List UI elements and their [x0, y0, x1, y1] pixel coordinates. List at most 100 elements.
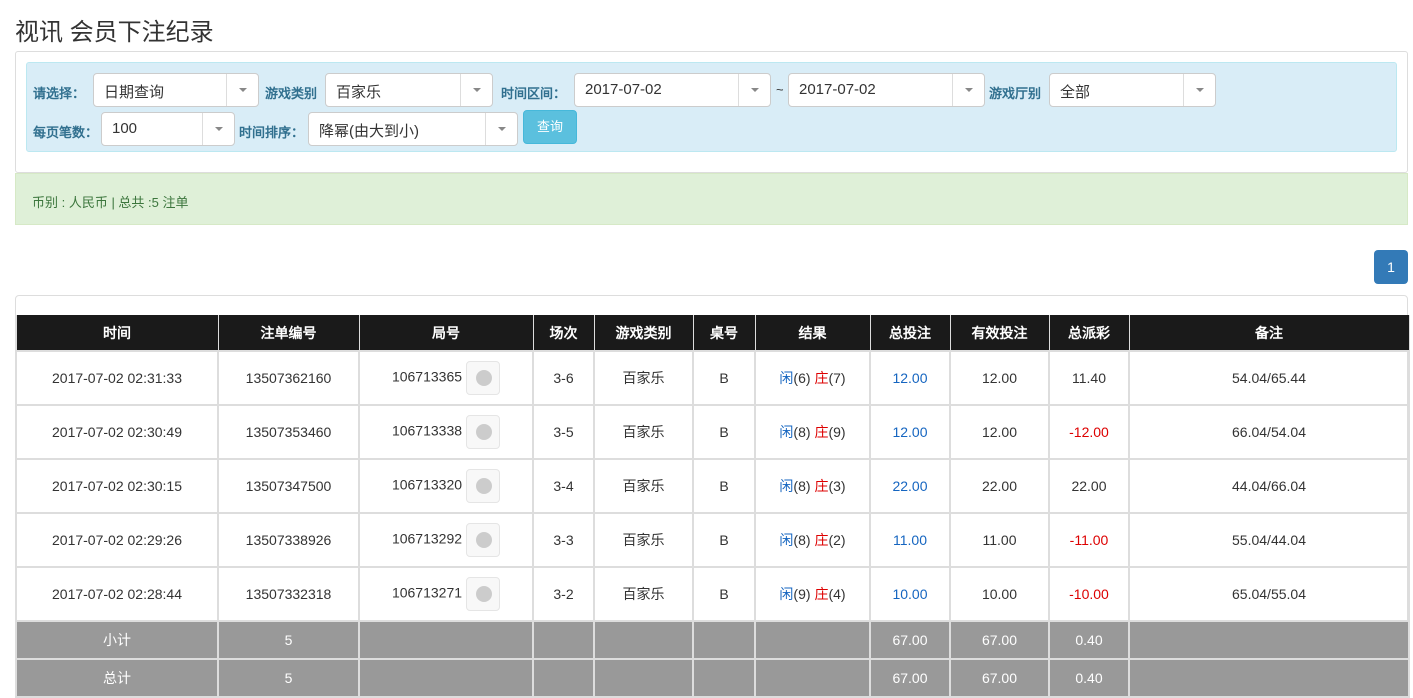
banker-points: (9): [828, 424, 846, 440]
table-cell: 总计: [15, 658, 219, 698]
empty-cell: [358, 658, 534, 698]
result-cell: 闲(8) 庄(2): [754, 512, 871, 568]
empty-cell: [692, 620, 756, 660]
sort-value: 降幂(由大到小): [319, 123, 419, 140]
table-cell: 12.00: [869, 404, 951, 460]
subtotal-row: 小计 5 67.00 67.00 0.40: [15, 620, 1410, 660]
banker-points: (7): [828, 370, 846, 386]
table-cell: B: [692, 350, 756, 406]
banker-label: 庄: [814, 478, 829, 494]
query-type-select[interactable]: 日期查询: [93, 73, 259, 107]
column-header: 桌号: [692, 315, 756, 352]
table-cell: 54.04/65.44: [1128, 350, 1410, 406]
empty-cell: [754, 658, 871, 698]
column-header: 时间: [15, 315, 219, 352]
banker-points: (4): [828, 586, 846, 602]
table-cell: 2017-07-02 02:29:26: [15, 512, 219, 568]
filter-panel: 请选择： 日期查询 游戏类别 百家乐 时间区间： 2017-07-02 ~ 20…: [15, 51, 1408, 173]
player-points: (6): [793, 370, 811, 386]
round-number: 106713292: [391, 530, 463, 547]
banker-points: (3): [828, 478, 846, 494]
range-end-select[interactable]: 2017-07-02: [788, 73, 985, 107]
range-start-select[interactable]: 2017-07-02: [574, 73, 771, 107]
column-header: 备注: [1128, 315, 1410, 352]
table-row: 2017-07-02 02:31:33 13507362160 106713365…: [15, 350, 1410, 406]
page-title: 视讯 会员下注纪录: [15, 19, 214, 46]
round-cell: 106713365: [358, 350, 534, 406]
table-cell: 2017-07-02 02:30:49: [15, 404, 219, 460]
table-cell: 67.00: [949, 620, 1050, 660]
table-cell: 3-5: [532, 404, 595, 460]
chevron-down-icon: [226, 74, 258, 106]
video-replay-icon[interactable]: [466, 361, 501, 395]
per-page-label: 每页笔数：: [33, 125, 99, 140]
round-cell: 106713271: [358, 566, 534, 622]
pagination-page-1[interactable]: 1: [1374, 250, 1408, 284]
hall-select[interactable]: 全部: [1049, 73, 1216, 107]
player-points: (8): [793, 424, 811, 440]
table-cell: 百家乐: [593, 512, 694, 568]
range-label: 时间区间：: [501, 86, 567, 101]
table-cell: 百家乐: [593, 566, 694, 622]
empty-cell: [532, 658, 595, 698]
table-cell: 44.04/66.04: [1128, 458, 1410, 514]
player-points: (8): [793, 532, 811, 548]
table-cell: 5: [217, 620, 360, 660]
column-header: 有效投注: [949, 315, 1050, 352]
table-cell: 12.00: [869, 350, 951, 406]
table-cell: B: [692, 458, 756, 514]
round-number: 106713338: [391, 422, 463, 439]
chevron-down-icon: [952, 74, 984, 106]
table-cell: 67.00: [869, 658, 951, 698]
table-cell: 55.04/44.04: [1128, 512, 1410, 568]
column-header: 局号: [358, 315, 534, 352]
table-cell: 百家乐: [593, 458, 694, 514]
chevron-down-icon: [202, 113, 234, 145]
table-cell: 22.00: [1048, 458, 1130, 514]
table-cell: B: [692, 566, 756, 622]
bet-records-table: 时间 注单编号 局号 场次 游戏类别 桌号 结果 总投注 有效投注 总派彩 备注 2017-07-0…: [15, 315, 1410, 698]
banker-label: 庄: [814, 370, 829, 386]
video-replay-icon[interactable]: [466, 577, 501, 611]
empty-cell: [532, 620, 595, 660]
result-cell: 闲(9) 庄(4): [754, 566, 871, 622]
table-cell: 13507347500: [217, 458, 360, 514]
game-type-select[interactable]: 百家乐: [325, 73, 493, 107]
player-label: 闲: [779, 424, 794, 440]
summary-alert: 币别 : 人民币 | 总共 :5 注单: [15, 173, 1408, 225]
per-page-select[interactable]: 100: [101, 112, 235, 146]
player-points: (8): [793, 478, 811, 494]
hall-value: 全部: [1060, 84, 1091, 101]
table-row: 2017-07-02 02:30:49 13507353460 106713338…: [15, 404, 1410, 460]
chevron-down-icon: [738, 74, 770, 106]
player-label: 闲: [779, 478, 794, 494]
total-row: 总计 5 67.00 67.00 0.40: [15, 658, 1410, 698]
player-label: 闲: [779, 586, 794, 602]
round-cell: 106713292: [358, 512, 534, 568]
video-replay-icon[interactable]: [466, 469, 501, 503]
round-number: 106713271: [391, 584, 463, 601]
banker-points: (2): [828, 532, 846, 548]
table-cell: 11.40: [1048, 350, 1130, 406]
result-cell: 闲(8) 庄(9): [754, 404, 871, 460]
column-header: 结果: [754, 315, 871, 352]
banker-label: 庄: [814, 424, 829, 440]
table-cell: B: [692, 512, 756, 568]
round-cell: 106713320: [358, 458, 534, 514]
table-cell: 13507332318: [217, 566, 360, 622]
video-replay-icon[interactable]: [466, 415, 501, 449]
query-button[interactable]: 查询: [523, 110, 577, 144]
video-replay-icon[interactable]: [466, 523, 501, 557]
range-end-value: 2017-07-02: [799, 81, 876, 98]
range-separator: ~: [776, 82, 784, 97]
table-cell: 10.00: [869, 566, 951, 622]
chevron-down-icon: [1183, 74, 1215, 106]
table-cell: -11.00: [1048, 512, 1130, 568]
column-header: 游戏类别: [593, 315, 694, 352]
table-cell: 11.00: [949, 512, 1050, 568]
column-header: 总派彩: [1048, 315, 1130, 352]
table-cell: 小计: [15, 620, 219, 660]
sort-select[interactable]: 降幂(由大到小): [308, 112, 518, 146]
column-header: 总投注: [869, 315, 951, 352]
hall-label: 游戏厅别: [989, 86, 1042, 101]
